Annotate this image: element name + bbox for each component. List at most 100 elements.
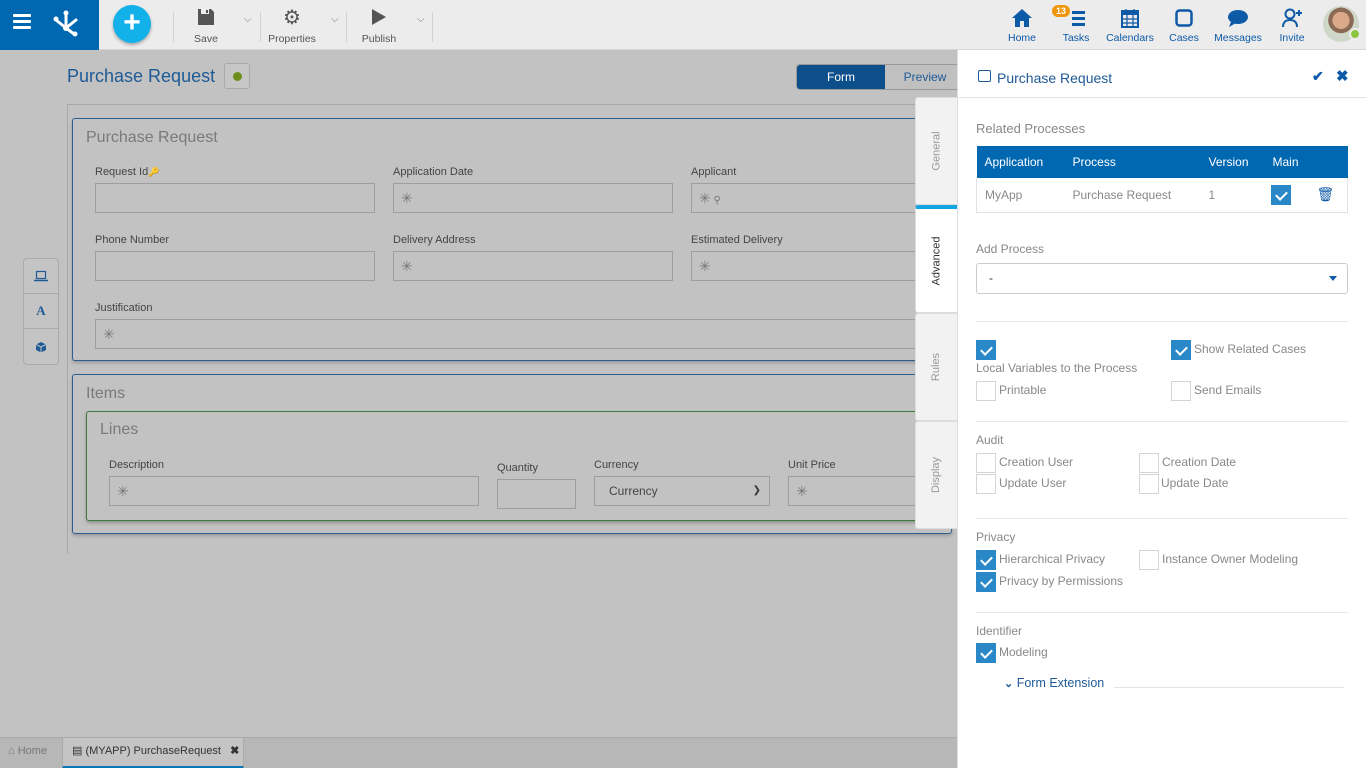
nav-cases[interactable]: Cases (1168, 6, 1200, 44)
side-toolbox: A (23, 258, 59, 365)
nav-invite[interactable]: Invite (1276, 6, 1308, 44)
nav-tasks[interactable]: 13 Tasks (1052, 5, 1092, 44)
divider (976, 518, 1348, 519)
estimated-delivery-input[interactable]: ✳ (691, 251, 953, 281)
properties-button[interactable]: ⚙ Properties (268, 6, 316, 46)
add-process-select[interactable]: - (976, 263, 1348, 294)
applicant-input[interactable]: ✳ ⚲ (691, 183, 953, 213)
online-status-indicator (1349, 28, 1361, 40)
checkbox-label: Send Emails (1194, 383, 1262, 397)
tab-display[interactable]: Display (915, 421, 957, 529)
description-input[interactable]: ✳ (109, 476, 479, 506)
gear-icon: ⚙ (283, 6, 301, 29)
request-id-input[interactable] (95, 183, 375, 213)
lines-grid[interactable]: Lines Description ✳ Quantity Currency Cu… (86, 411, 957, 521)
publish-dropdown-icon[interactable]: ⌵ (417, 14, 425, 25)
related-processes-table: Application Process Version Main MyApp P… (976, 146, 1348, 213)
tasks-badge: 13 (1052, 5, 1071, 17)
local-variables-checkbox[interactable] (976, 340, 996, 360)
bottom-tab-purchase-request[interactable]: ▤ (MYAPP) PurchaseRequest ✖ (62, 738, 244, 768)
justification-input[interactable]: ✳ (95, 319, 953, 349)
field-label: Unit Price (788, 459, 836, 471)
phone-number-input[interactable] (95, 251, 375, 281)
field-label: Estimated Delivery (691, 234, 783, 246)
field-label: Applicant (691, 166, 737, 178)
privacy-by-permissions-checkbox[interactable] (976, 572, 996, 592)
tab-general[interactable]: General (915, 97, 957, 205)
view-toggle: Form Preview (796, 64, 966, 90)
update-user-checkbox[interactable] (976, 474, 996, 494)
divider (976, 612, 1348, 613)
bottom-tab-bar: ⌂ Home ▤ (MYAPP) PurchaseRequest ✖ (0, 737, 957, 768)
close-icon[interactable]: ✖ (1336, 67, 1349, 85)
checkbox-label: Update Date (1161, 476, 1229, 490)
application-date-input[interactable]: ✳ (393, 183, 673, 213)
save-dropdown-icon[interactable]: ⌵ (244, 14, 252, 25)
checkbox-label: Show Related Cases (1194, 342, 1307, 356)
creation-user-checkbox[interactable] (976, 453, 996, 473)
user-lookup-icon: ⚲ (710, 195, 721, 206)
field-label: Currency (594, 459, 639, 471)
text-icon[interactable]: A (24, 294, 58, 329)
currency-select[interactable]: Currency ❯ (594, 476, 770, 506)
chevron-down-icon: ❯ (752, 485, 761, 496)
column-header: Process (1064, 146, 1201, 178)
send-emails-checkbox[interactable] (1171, 381, 1191, 401)
tab-advanced[interactable]: Advanced (915, 205, 957, 313)
hierarchical-privacy-checkbox[interactable] (976, 550, 996, 570)
key-icon: 🔑 (148, 167, 160, 177)
status-button[interactable] (224, 63, 250, 89)
field-label: Add Process (976, 242, 1045, 256)
cube-icon[interactable] (24, 329, 58, 364)
items-panel[interactable]: Items Lines Description ✳ Quantity Curre… (72, 374, 957, 534)
status-dot-icon (233, 72, 242, 81)
nav-home[interactable]: Home (1005, 6, 1039, 44)
confirm-icon[interactable]: ✔ (1312, 68, 1324, 85)
checkbox-label: Modeling (999, 645, 1048, 659)
purchase-request-panel[interactable]: Purchase Request Request Id🔑 Application… (72, 118, 953, 361)
computer-icon[interactable] (24, 259, 58, 294)
logo-icon[interactable] (50, 8, 82, 40)
divider (1114, 687, 1344, 688)
nav-messages[interactable]: Messages (1214, 6, 1262, 44)
page-title: Purchase Request (67, 66, 216, 86)
update-date-checkbox[interactable] (1139, 474, 1159, 494)
panel-header: Purchase Request ✔ ✖ (958, 50, 1366, 98)
save-button[interactable]: Save (186, 6, 226, 45)
nav-calendars[interactable]: Calendars (1106, 6, 1154, 44)
trash-icon[interactable]: 🗑 (1308, 178, 1348, 213)
brand-area (0, 0, 99, 50)
menu-icon[interactable] (13, 14, 31, 30)
quantity-input[interactable] (497, 479, 576, 509)
tab-rules[interactable]: Rules (915, 313, 957, 421)
section-label: Privacy (976, 530, 1016, 544)
show-related-cases-checkbox[interactable] (1171, 340, 1191, 360)
checkbox-label: Creation User (999, 455, 1074, 469)
checkbox-label: Update User (999, 476, 1067, 490)
home-icon (1012, 9, 1032, 27)
cell-main (1264, 178, 1309, 213)
publish-button[interactable]: Publish (358, 6, 400, 45)
properties-dropdown-icon[interactable]: ⌵ (331, 14, 339, 25)
checkbox-label: Creation Date (1162, 455, 1237, 469)
panel-title: Purchase Request (86, 129, 218, 146)
checkbox-label: Local Variables to the Process (976, 361, 1138, 375)
close-icon[interactable]: ✖ (230, 745, 239, 757)
add-button[interactable]: + (113, 5, 151, 43)
instance-owner-modeling-checkbox[interactable] (1139, 550, 1159, 570)
checkbox-label: Instance Owner Modeling (1162, 552, 1299, 566)
form-extension-toggle[interactable]: ⌄ Form Extension (1004, 676, 1104, 690)
bottom-tab-home[interactable]: ⌂ Home (8, 738, 62, 768)
column-header: Main (1264, 146, 1309, 178)
main-checkbox[interactable] (1270, 185, 1291, 205)
delivery-address-input[interactable]: ✳ (393, 251, 673, 281)
modeling-checkbox[interactable] (976, 643, 996, 663)
printable-checkbox[interactable] (976, 381, 996, 401)
checkbox-label: Hierarchical Privacy (999, 552, 1106, 566)
table-header: Application Process Version Main (976, 146, 1348, 178)
tab-form[interactable]: Form (797, 65, 885, 89)
cell-process: Purchase Request (1064, 178, 1201, 213)
field-label: Quantity (497, 462, 538, 474)
creation-date-checkbox[interactable] (1139, 453, 1159, 473)
tab-preview[interactable]: Preview (885, 65, 965, 89)
